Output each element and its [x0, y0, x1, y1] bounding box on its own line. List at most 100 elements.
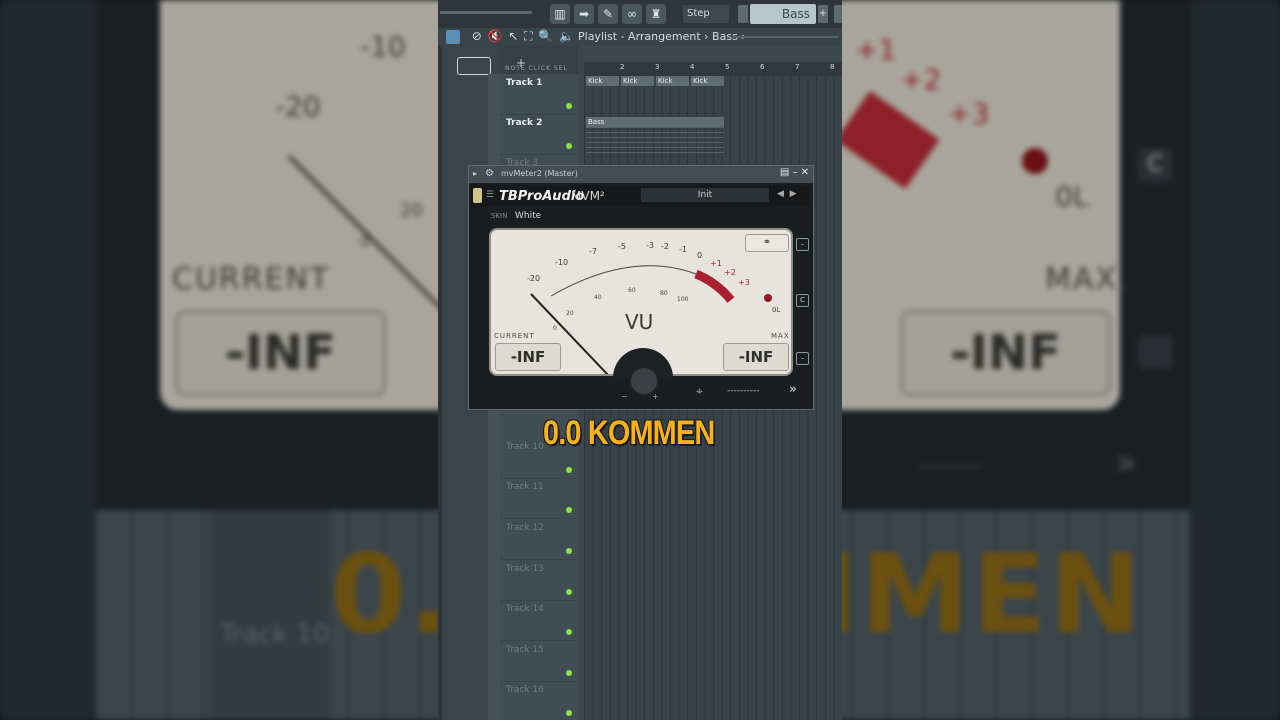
pattern-select[interactable]: Bass	[750, 4, 816, 24]
status-readout: ----------	[727, 386, 760, 396]
collapse-icon[interactable]: ▸	[473, 169, 477, 178]
background-scale-label: 0L	[1055, 180, 1089, 213]
track-led[interactable]	[566, 710, 572, 716]
plugin-titlebar[interactable]: ▸ ⚙ mvMeter2 (Master) ▤ – ✕	[469, 166, 813, 183]
scale-label: -10	[555, 258, 569, 267]
add-pattern-button[interactable]: +	[818, 5, 828, 23]
kick-clip[interactable]: Kick	[621, 76, 654, 86]
ruler-beat: 3	[655, 63, 660, 71]
track-header-columns: NOTE CLICK SEL	[505, 65, 568, 72]
preset-select[interactable]: Init	[641, 188, 769, 202]
background-scale-label: +2	[900, 63, 942, 96]
skin-select[interactable]: White	[515, 211, 541, 221]
playlist-tools[interactable]: ⊘ 🔇 ↖ ⛶ 🔍 🔈	[438, 29, 575, 44]
track-row[interactable]: Track 2	[500, 114, 578, 155]
side-c-button[interactable]: C	[796, 294, 809, 307]
stamp-icon[interactable]: ♜	[646, 4, 666, 24]
track-led[interactable]	[566, 589, 572, 595]
window-controls[interactable]: ▤ – ✕	[780, 167, 809, 178]
scale-small: 20	[566, 310, 574, 317]
background-max-label: MAX.	[1045, 262, 1130, 297]
side-minus-button[interactable]: –	[796, 352, 809, 365]
caption-overlay: 0.0 KOMMEN	[543, 414, 715, 452]
scale-small: 40	[594, 294, 602, 301]
product-logo: MVM²	[571, 189, 605, 203]
skin-label: SKIN	[491, 212, 508, 220]
background-scale-label: -20	[275, 90, 321, 123]
brush-icon[interactable]: ✎	[598, 4, 618, 24]
track-name: Track 10	[506, 442, 544, 452]
track-row[interactable]: Track 16	[500, 681, 578, 720]
forward-icon[interactable]: »	[789, 382, 797, 397]
background-track-panel	[210, 510, 330, 720]
track-header-top: + NOTE CLICK SEL	[500, 46, 578, 74]
ruler-beat: 2	[620, 63, 625, 71]
track-row[interactable]: Track 14	[500, 600, 578, 641]
background-scale-label: +3	[948, 97, 990, 130]
link-button[interactable]	[457, 57, 491, 75]
pattern-next-button[interactable]	[834, 5, 842, 23]
mvmeter-plugin-window: ▸ ⚙ mvMeter2 (Master) ▤ – ✕ ☰ TBProAudio…	[468, 165, 814, 410]
main-screen: ▥ ➡ ✎ ∞ ♜ Step Bass + ⊘ 🔇 ↖ ⛶ 🔍 🔈 Playli…	[438, 0, 842, 720]
snap-select[interactable]: Step	[683, 5, 729, 23]
knob-plus-label: +	[652, 392, 659, 401]
track-name: Track 12	[506, 523, 544, 533]
background-scale-label: 20	[400, 200, 423, 221]
vu-meter: -20 -10 -7 -5 -3 -2 -1 0 +1 +2 +3 0 20 4…	[489, 228, 793, 378]
plugin-title: mvMeter2 (Master)	[501, 169, 578, 178]
pattern-prev-button[interactable]	[738, 5, 748, 23]
side-minus-button[interactable]: –	[796, 238, 809, 251]
background-forward-icon: »	[1115, 442, 1138, 483]
track-row[interactable]: Track 1	[500, 74, 578, 115]
kick-clip[interactable]: Kick	[656, 76, 689, 86]
track-led[interactable]	[566, 548, 572, 554]
track-led[interactable]	[566, 103, 572, 109]
track-row[interactable]: Track 11	[500, 478, 578, 519]
arrow-right-icon[interactable]: ➡	[574, 4, 594, 24]
scrollbar[interactable]	[733, 36, 838, 38]
menu-icon[interactable]: ☰	[486, 190, 494, 200]
ruler-beat: 8	[830, 63, 835, 71]
track-row[interactable]: Track 12	[500, 519, 578, 560]
max-value[interactable]: -INF	[723, 343, 789, 371]
ruler-beat: 6	[760, 63, 765, 71]
scale-label-red: +1	[710, 259, 722, 268]
kick-clip[interactable]: Kick	[691, 76, 724, 86]
playlist-toolbar: ⊘ 🔇 ↖ ⛶ 🔍 🔈 Playlist - Arrangement › Bas…	[438, 28, 842, 46]
ruler-beat: 5	[725, 63, 730, 71]
track-led[interactable]	[566, 143, 572, 149]
scale-label-red: +2	[724, 268, 736, 277]
gear-icon[interactable]: ⚙	[485, 168, 494, 179]
track-led[interactable]	[566, 507, 572, 513]
scale-label: -2	[661, 242, 669, 251]
track-name: Track 11	[506, 482, 544, 492]
bass-clip[interactable]: Bass	[586, 117, 724, 127]
scale-small: 0	[553, 325, 557, 332]
track-name: Track 2	[506, 118, 543, 128]
current-value: -INF	[495, 343, 561, 371]
track-led[interactable]	[566, 467, 572, 473]
power-icon[interactable]	[473, 188, 482, 203]
background-max-value: -INF	[900, 310, 1111, 396]
link-icon[interactable]: ∞	[622, 4, 642, 24]
ruler-beat: 4	[690, 63, 695, 71]
scale-small: 80	[660, 290, 668, 297]
breadcrumb[interactable]: Playlist - Arrangement › Bass ›	[578, 30, 746, 43]
background-minus-button	[1138, 335, 1172, 369]
timeline-ruler[interactable]: 2 3 4 5 6 7 8	[584, 62, 842, 76]
background-track-label: Track 10	[220, 620, 330, 650]
preset-nav[interactable]: ◀ ▶	[777, 189, 797, 199]
track-name: Track 13	[506, 564, 544, 574]
background-scale-label: +1	[855, 33, 897, 66]
track-row[interactable]: Track 15	[500, 641, 578, 682]
track-led[interactable]	[566, 670, 572, 676]
track-led[interactable]	[566, 629, 572, 635]
scale-label: 0	[697, 251, 703, 260]
target-icon[interactable]: ⌖	[696, 384, 703, 399]
piano-icon[interactable]: ▥	[550, 4, 570, 24]
stereo-link-icon[interactable]: ⚭	[745, 234, 789, 252]
track-row[interactable]: Track 13	[500, 560, 578, 601]
kick-clip[interactable]: Kick	[586, 76, 619, 86]
background-dashes: ----------	[918, 455, 983, 476]
scale-label: -1	[679, 245, 687, 254]
